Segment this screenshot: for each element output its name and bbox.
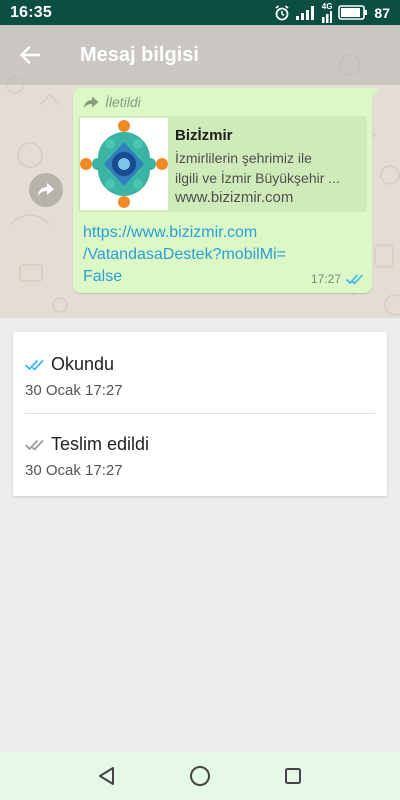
status-bar: 16:35 4G 87 bbox=[0, 0, 400, 25]
preview-url: www.bizizmir.com bbox=[175, 189, 294, 206]
network-4g-icon: 4G bbox=[321, 1, 333, 23]
message-link-line: https://www.bizizmir.com bbox=[83, 224, 258, 241]
forwarded-icon bbox=[84, 96, 99, 108]
message-info-card: Okundu 30 Ocak 17:27 Teslim edildi 30 Oc… bbox=[13, 332, 387, 496]
read-time: 30 Ocak 17:27 bbox=[25, 382, 123, 399]
nav-home-button[interactable] bbox=[180, 756, 220, 796]
back-button[interactable] bbox=[0, 25, 60, 85]
battery-level: 87 bbox=[374, 4, 390, 21]
nav-recents-button[interactable] bbox=[273, 756, 313, 796]
signal-icon bbox=[295, 5, 316, 20]
navigation-bar bbox=[0, 752, 400, 800]
forwarded-label: İletildi bbox=[105, 94, 141, 110]
message-link[interactable]: https://www.bizizmir.com /VatandasaDeste… bbox=[83, 222, 323, 288]
message-link-line: False bbox=[83, 268, 123, 285]
delivered-time: 30 Ocak 17:27 bbox=[25, 462, 123, 479]
nav-back-button[interactable] bbox=[87, 756, 127, 796]
read-status-row: Okundu 30 Ocak 17:27 bbox=[13, 332, 387, 410]
back-arrow-icon bbox=[20, 46, 40, 64]
network-type: 4G bbox=[321, 1, 333, 11]
read-label: Okundu bbox=[51, 354, 115, 374]
message-bubble[interactable]: İletildi Bizİzmir İzmirlilerin şehrimiz … bbox=[73, 88, 372, 293]
bizizmir-logo bbox=[80, 118, 168, 210]
preview-description-line: İzmirlilerin şehrimiz ile bbox=[175, 150, 312, 166]
delivered-label: Teslim edildi bbox=[51, 434, 150, 454]
status-icons: 4G 87 bbox=[274, 1, 390, 23]
preview-title: Bizİzmir bbox=[175, 127, 233, 144]
message-meta: 17:27 bbox=[311, 272, 364, 286]
forward-message-button[interactable] bbox=[29, 173, 63, 207]
forwarded-indicator: İletildi bbox=[83, 94, 141, 110]
preview-description-line: ilgili ve İzmir Büyükşehir ... bbox=[175, 170, 340, 186]
link-preview[interactable]: Bizİzmir İzmirlilerin şehrimiz ile ilgil… bbox=[78, 116, 367, 212]
preview-description: İzmirlilerin şehrimiz ile ilgili ve İzmi… bbox=[175, 148, 361, 188]
share-arrow-icon bbox=[38, 183, 54, 197]
double-check-read-icon bbox=[25, 359, 44, 370]
square-recents-icon bbox=[285, 768, 302, 784]
double-check-read-icon bbox=[346, 274, 363, 284]
circle-home-icon bbox=[189, 766, 210, 786]
page-title: Mesaj bilgisi bbox=[80, 43, 199, 66]
status-time: 16:35 bbox=[10, 3, 52, 21]
app-header: Mesaj bilgisi bbox=[0, 25, 400, 85]
message-link-line: /VatandasaDestek?mobilMi= bbox=[83, 246, 286, 263]
message-time: 17:27 bbox=[310, 272, 341, 286]
alarm-icon bbox=[274, 4, 290, 21]
double-check-delivered-icon bbox=[25, 439, 44, 450]
battery-icon bbox=[338, 5, 368, 20]
triangle-back-icon bbox=[98, 767, 114, 785]
delivered-status-row: Teslim edildi 30 Ocak 17:27 bbox=[13, 412, 387, 490]
